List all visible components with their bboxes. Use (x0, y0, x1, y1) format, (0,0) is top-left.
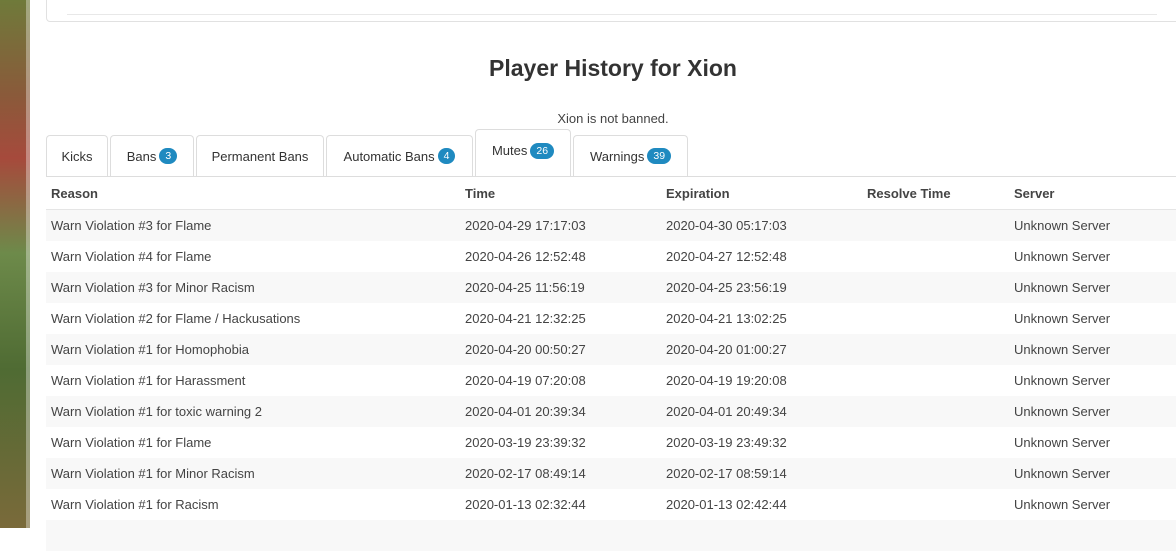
tab-bans-count-badge: 3 (159, 148, 178, 164)
page-title: Player History for Xion (489, 55, 737, 81)
cell-resolve-time (862, 396, 1009, 427)
table-row: Warn Violation #4 for Flame 2020-04-26 1… (46, 241, 1176, 272)
cell-expiration: 2020-04-30 05:17:03 (666, 218, 787, 233)
cell-reason: Warn Violation #1 for Harassment (51, 373, 246, 388)
cell-resolve-time (862, 272, 1009, 303)
tab-kicks[interactable]: Kicks (46, 135, 108, 176)
cell-reason: Warn Violation #4 for Flame (51, 249, 212, 264)
cell-expiration: 2020-04-20 01:00:27 (666, 342, 787, 357)
cell-time: 2020-04-19 07:20:08 (465, 373, 586, 388)
table-row: Warn Violation #2 for Flame / Hackusatio… (46, 303, 1176, 334)
table-header-row: Reason Time Expiration Resolve Time Serv… (46, 178, 1176, 210)
cell-server: Unknown Server (1014, 373, 1111, 388)
cell-expiration: 2020-02-17 08:59:14 (666, 466, 787, 481)
table-row: Warn Violation #1 for Harassment 2020-04… (46, 365, 1176, 396)
cell-resolve-time (862, 427, 1009, 458)
ban-status-text: Xion is not banned. (557, 111, 669, 126)
cell-server: Unknown Server (1014, 280, 1111, 295)
cell-reason: Warn Violation #1 for Minor Racism (51, 466, 255, 481)
main-content: Player History for Xion Xion is not bann… (30, 0, 1176, 551)
tab-permanent-bans[interactable]: Permanent Bans (196, 135, 324, 176)
top-panel (46, 0, 1176, 22)
header-server[interactable]: Server (1009, 178, 1176, 210)
tab-automatic-bans-count-badge: 4 (437, 148, 456, 164)
tab-permanent-bans-label: Permanent Bans (211, 148, 309, 164)
mutes-table: Reason Time Expiration Resolve Time Serv… (46, 178, 1176, 551)
cell-time: 2020-01-13 02:32:44 (465, 497, 586, 512)
cell-reason: Warn Violation #1 for Flame (51, 435, 212, 450)
tab-bans-label: Bans (126, 148, 157, 164)
cell-time: 2020-04-26 12:52:48 (465, 249, 586, 264)
cell-time: 2020-04-29 17:17:03 (465, 218, 586, 233)
cell-resolve-time (862, 334, 1009, 365)
header-time[interactable]: Time (460, 178, 661, 210)
cell-expiration: 2020-04-19 19:20:08 (666, 373, 787, 388)
table-row: Warn Violation #1 for toxic warning 2 20… (46, 396, 1176, 427)
header-expiration[interactable]: Expiration (661, 178, 862, 210)
cell-server: Unknown Server (1014, 466, 1111, 481)
cell-reason: Warn Violation #1 for Racism (51, 497, 219, 512)
tab-mutes[interactable]: Mutes 26 (475, 129, 571, 177)
cell-time: 2020-04-21 12:32:25 (465, 311, 586, 326)
cell-resolve-time (862, 241, 1009, 272)
cell-server: Unknown Server (1014, 404, 1111, 419)
tab-bans[interactable]: Bans 3 (110, 135, 194, 176)
top-panel-divider (67, 14, 1157, 15)
table-row: Warn Violation #1 for Homophobia 2020-04… (46, 334, 1176, 365)
cell-resolve-time (862, 489, 1009, 520)
cell-expiration: 2020-04-21 13:02:25 (666, 311, 787, 326)
table-row: Warn Violation #1 for Minor Racism 2020-… (46, 458, 1176, 489)
cell-expiration: 2020-04-25 23:56:19 (666, 280, 787, 295)
cell-server: Unknown Server (1014, 249, 1111, 264)
cell-resolve-time (862, 365, 1009, 396)
tab-kicks-label: Kicks (61, 148, 93, 164)
cell-reason: Warn Violation #3 for Minor Racism (51, 280, 255, 295)
history-tabs: Kicks Bans 3 Permanent Bans Automatic Ba… (46, 129, 1176, 177)
table-row: Warn Violation #3 for Flame 2020-04-29 1… (46, 209, 1176, 242)
tab-automatic-bans[interactable]: Automatic Bans 4 (326, 135, 473, 176)
cell-server: Unknown Server (1014, 311, 1111, 326)
cell-resolve-time (862, 303, 1009, 334)
cell-expiration: 2020-04-01 20:49:34 (666, 404, 787, 419)
tab-mutes-count-badge: 26 (530, 143, 555, 159)
cell-server: Unknown Server (1014, 497, 1111, 512)
header-reason[interactable]: Reason (46, 178, 460, 210)
cell-expiration: 2020-04-27 12:52:48 (666, 249, 787, 264)
tab-warnings[interactable]: Warnings 39 (573, 135, 688, 176)
table-row-partial (46, 520, 1176, 551)
cell-resolve-time (862, 210, 1009, 242)
table-row: Warn Violation #1 for Racism 2020-01-13 … (46, 489, 1176, 520)
cell-reason: Warn Violation #3 for Flame (51, 218, 212, 233)
cell-reason: Warn Violation #1 for toxic warning 2 (51, 404, 262, 419)
tab-warnings-count-badge: 39 (647, 148, 672, 164)
cell-time: 2020-04-01 20:39:34 (465, 404, 586, 419)
cell-server: Unknown Server (1014, 435, 1111, 450)
cell-reason: Warn Violation #1 for Homophobia (51, 342, 250, 357)
cell-expiration: 2020-03-19 23:49:32 (666, 435, 787, 450)
header-resolve-time[interactable]: Resolve Time (862, 178, 1009, 210)
cell-expiration: 2020-01-13 02:42:44 (666, 497, 787, 512)
tab-warnings-label: Warnings (589, 148, 645, 164)
table-row: Warn Violation #3 for Minor Racism 2020-… (46, 272, 1176, 303)
cell-reason: Warn Violation #2 for Flame / Hackusatio… (51, 311, 301, 326)
cell-resolve-time (862, 458, 1009, 489)
tabs-divider (46, 176, 1176, 177)
tab-mutes-label: Mutes (491, 143, 528, 158)
cell-server: Unknown Server (1014, 342, 1111, 357)
tab-automatic-bans-label: Automatic Bans (343, 148, 435, 164)
cell-time: 2020-03-19 23:39:32 (465, 435, 586, 450)
cell-time: 2020-04-25 11:56:19 (465, 280, 585, 295)
table-row (46, 520, 1176, 551)
cell-time: 2020-02-17 08:49:14 (465, 466, 586, 481)
background-image (0, 0, 30, 528)
cell-server: Unknown Server (1014, 218, 1111, 233)
table-row: Warn Violation #1 for Flame 2020-03-19 2… (46, 427, 1176, 458)
cell-time: 2020-04-20 00:50:27 (465, 342, 586, 357)
